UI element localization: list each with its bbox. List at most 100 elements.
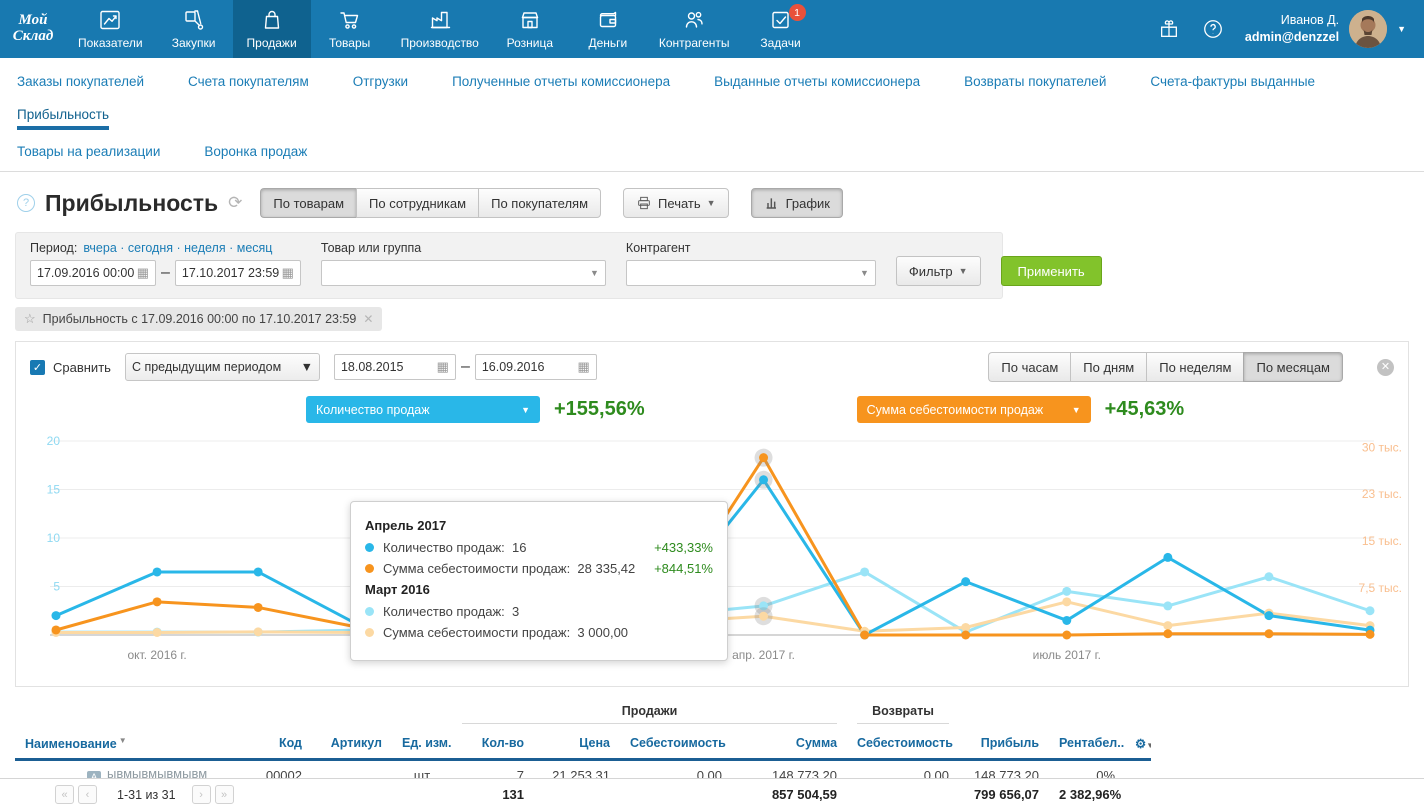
topnav-item-counterparties[interactable]: Контрагенты xyxy=(647,0,742,58)
subtab-received-commission-reports[interactable]: Полученные отчеты комиссионера xyxy=(452,68,670,101)
period-link-3[interactable]: месяц xyxy=(237,241,273,255)
svg-text:апр. 2017 г.: апр. 2017 г. xyxy=(732,648,795,662)
qty-series-select[interactable]: Количество продаж▼ xyxy=(306,396,540,423)
help-icon[interactable] xyxy=(1191,0,1235,58)
topnav-item-money[interactable]: Деньги xyxy=(569,0,647,58)
compare-to-input[interactable]: 16.09.2016▦ xyxy=(475,354,597,380)
page-help-icon[interactable]: ? xyxy=(17,194,35,212)
next-page-button[interactable]: › xyxy=(192,785,211,804)
period-from-input[interactable]: 17.09.2016 00:00▦ xyxy=(30,260,156,286)
calendar-icon[interactable]: ▦ xyxy=(282,265,294,281)
cost-series-select[interactable]: Сумма себестоимости продаж▼ xyxy=(857,396,1091,423)
subtab-sales-funnel[interactable]: Воронка продаж xyxy=(204,138,307,171)
svg-text:20: 20 xyxy=(47,434,61,448)
view-button-by-products[interactable]: По товарам xyxy=(260,188,356,218)
product-select[interactable]: ▼ xyxy=(321,260,606,286)
refresh-icon[interactable]: ⟳ xyxy=(228,193,242,213)
column-settings-gear-icon[interactable]: ⚙▼ xyxy=(1125,729,1151,759)
print-button[interactable]: Печать ▼ xyxy=(623,188,729,218)
topnav-item-label: Контрагенты xyxy=(659,36,730,50)
chevron-down-icon: ▼ xyxy=(860,268,869,278)
topnav-item-production[interactable]: Производство xyxy=(389,0,491,58)
col-name[interactable]: Наименование▼ xyxy=(15,729,230,759)
calendar-icon[interactable]: ▦ xyxy=(578,359,590,375)
chart-toggle-button[interactable]: График xyxy=(751,188,843,218)
first-page-button[interactable]: « xyxy=(55,785,74,804)
topnav-item-label: Деньги xyxy=(588,36,627,50)
series-dot-icon xyxy=(365,543,374,552)
col-article[interactable]: Артикул xyxy=(312,729,392,759)
period-to-input[interactable]: 17.10.2017 23:59▦ xyxy=(175,260,301,286)
prev-page-button[interactable]: ‹ xyxy=(78,785,97,804)
svg-text:15: 15 xyxy=(47,483,61,497)
star-icon[interactable]: ☆ xyxy=(24,311,36,327)
profitability-chart[interactable]: 201510530 тыс.23 тыс.15 тыс.7,5 тыс.окт.… xyxy=(16,423,1408,686)
compare-mode-select[interactable]: С предыдущим периодом▼ xyxy=(125,353,320,381)
period-link-0[interactable]: вчера xyxy=(83,241,116,255)
col-return-cost[interactable]: Себестоимость xyxy=(847,729,959,759)
view-button-by-employees[interactable]: По сотрудникам xyxy=(356,188,478,218)
subtab-customer-returns[interactable]: Возвраты покупателей xyxy=(964,68,1106,101)
chart-panel: ✓ Сравнить С предыдущим периодом▼ 18.08.… xyxy=(15,341,1409,687)
cost-delta: +45,63% xyxy=(1105,398,1185,421)
topnav-item-indicators[interactable]: Показатели xyxy=(66,0,155,58)
sort-icon: ▼ xyxy=(119,736,127,745)
col-cost[interactable]: Себестоимость xyxy=(620,729,732,759)
topnav-item-purchases[interactable]: Закупки xyxy=(155,0,233,58)
chevron-down-icon: ▼ xyxy=(1072,405,1081,415)
apply-button[interactable]: Применить xyxy=(1001,256,1102,286)
saved-filter-chip[interactable]: ☆ Прибыльность с 17.09.2016 00:00 по 17.… xyxy=(15,307,382,331)
calendar-icon[interactable]: ▦ xyxy=(137,265,149,281)
series-dot-icon xyxy=(365,607,374,616)
chevron-down-icon: ▼ xyxy=(301,360,313,374)
compare-from-input[interactable]: 18.08.2015▦ xyxy=(334,354,456,380)
close-compare-icon[interactable]: ✕ xyxy=(1377,359,1394,376)
people-icon xyxy=(682,8,706,32)
period-link-2[interactable]: неделя xyxy=(184,241,225,255)
moysklad-logo[interactable]: Мой Склад xyxy=(0,0,66,58)
subtab-customer-invoices[interactable]: Счета покупателям xyxy=(188,68,309,101)
topnav-item-sales[interactable]: Продажи xyxy=(233,0,311,58)
granularity-button-by-weeks[interactable]: По неделям xyxy=(1146,352,1243,382)
granularity-button-by-days[interactable]: По дням xyxy=(1070,352,1146,382)
subtab-profitability[interactable]: Прибыльность xyxy=(17,101,109,134)
topnav-item-goods[interactable]: Товары xyxy=(311,0,389,58)
gift-icon[interactable] xyxy=(1147,0,1191,58)
col-margin[interactable]: Рентабел... xyxy=(1049,729,1125,759)
calendar-icon[interactable]: ▦ xyxy=(437,359,449,375)
period-link-1[interactable]: сегодня xyxy=(128,241,173,255)
last-page-button[interactable]: » xyxy=(215,785,234,804)
user-menu[interactable]: Иванов Д. admin@denzzel ▼ xyxy=(1235,0,1424,58)
view-button-by-customers[interactable]: По покупателям xyxy=(478,188,601,218)
chevron-down-icon: ▼ xyxy=(959,266,968,276)
product-filter-label: Товар или группа xyxy=(321,241,606,255)
col-qty[interactable]: Кол-во xyxy=(452,729,534,759)
topnav-item-label: Розница xyxy=(507,36,553,50)
col-sum[interactable]: Сумма xyxy=(732,729,847,759)
topnav-item-tasks[interactable]: Задачи1 xyxy=(742,0,820,58)
date-dash: – xyxy=(161,264,170,282)
tasks-badge: 1 xyxy=(789,4,806,21)
col-unit[interactable]: Ед. изм. xyxy=(392,729,452,759)
total-margin: 2 382,96% xyxy=(1049,779,1125,810)
subtab-goods-on-consignment[interactable]: Товары на реализации xyxy=(17,138,160,171)
compare-checkbox[interactable]: ✓ xyxy=(30,360,45,375)
topnav-item-label: Закупки xyxy=(172,36,216,50)
chevron-down-icon: ▼ xyxy=(521,405,530,415)
granularity-button-by-hours[interactable]: По часам xyxy=(988,352,1070,382)
subtab-customer-orders[interactable]: Заказы покупателей xyxy=(17,68,144,101)
counterparty-select[interactable]: ▼ xyxy=(626,260,876,286)
top-navigation: Мой Склад Показатели Закупки ПродажиТовары… xyxy=(0,0,1424,58)
subtab-shipments[interactable]: Отгрузки xyxy=(353,68,408,101)
table-footer: « ‹ 1-31 из 31 › » 131 857 504,59 799 65… xyxy=(0,778,1424,810)
filter-button[interactable]: Фильтр▼ xyxy=(896,256,981,286)
subtab-issued-vat-invoices[interactable]: Счета-фактуры выданные xyxy=(1150,68,1315,101)
svg-text:23 тыс.: 23 тыс. xyxy=(1362,487,1402,501)
col-profit[interactable]: Прибыль xyxy=(959,729,1049,759)
granularity-button-by-months[interactable]: По месяцам xyxy=(1243,352,1343,382)
topnav-item-retail[interactable]: Розница xyxy=(491,0,569,58)
col-code[interactable]: Код xyxy=(230,729,312,759)
subtab-issued-commission-reports[interactable]: Выданные отчеты комиссионера xyxy=(714,68,920,101)
col-price[interactable]: Цена xyxy=(534,729,620,759)
close-icon[interactable]: ✕ xyxy=(363,312,373,326)
